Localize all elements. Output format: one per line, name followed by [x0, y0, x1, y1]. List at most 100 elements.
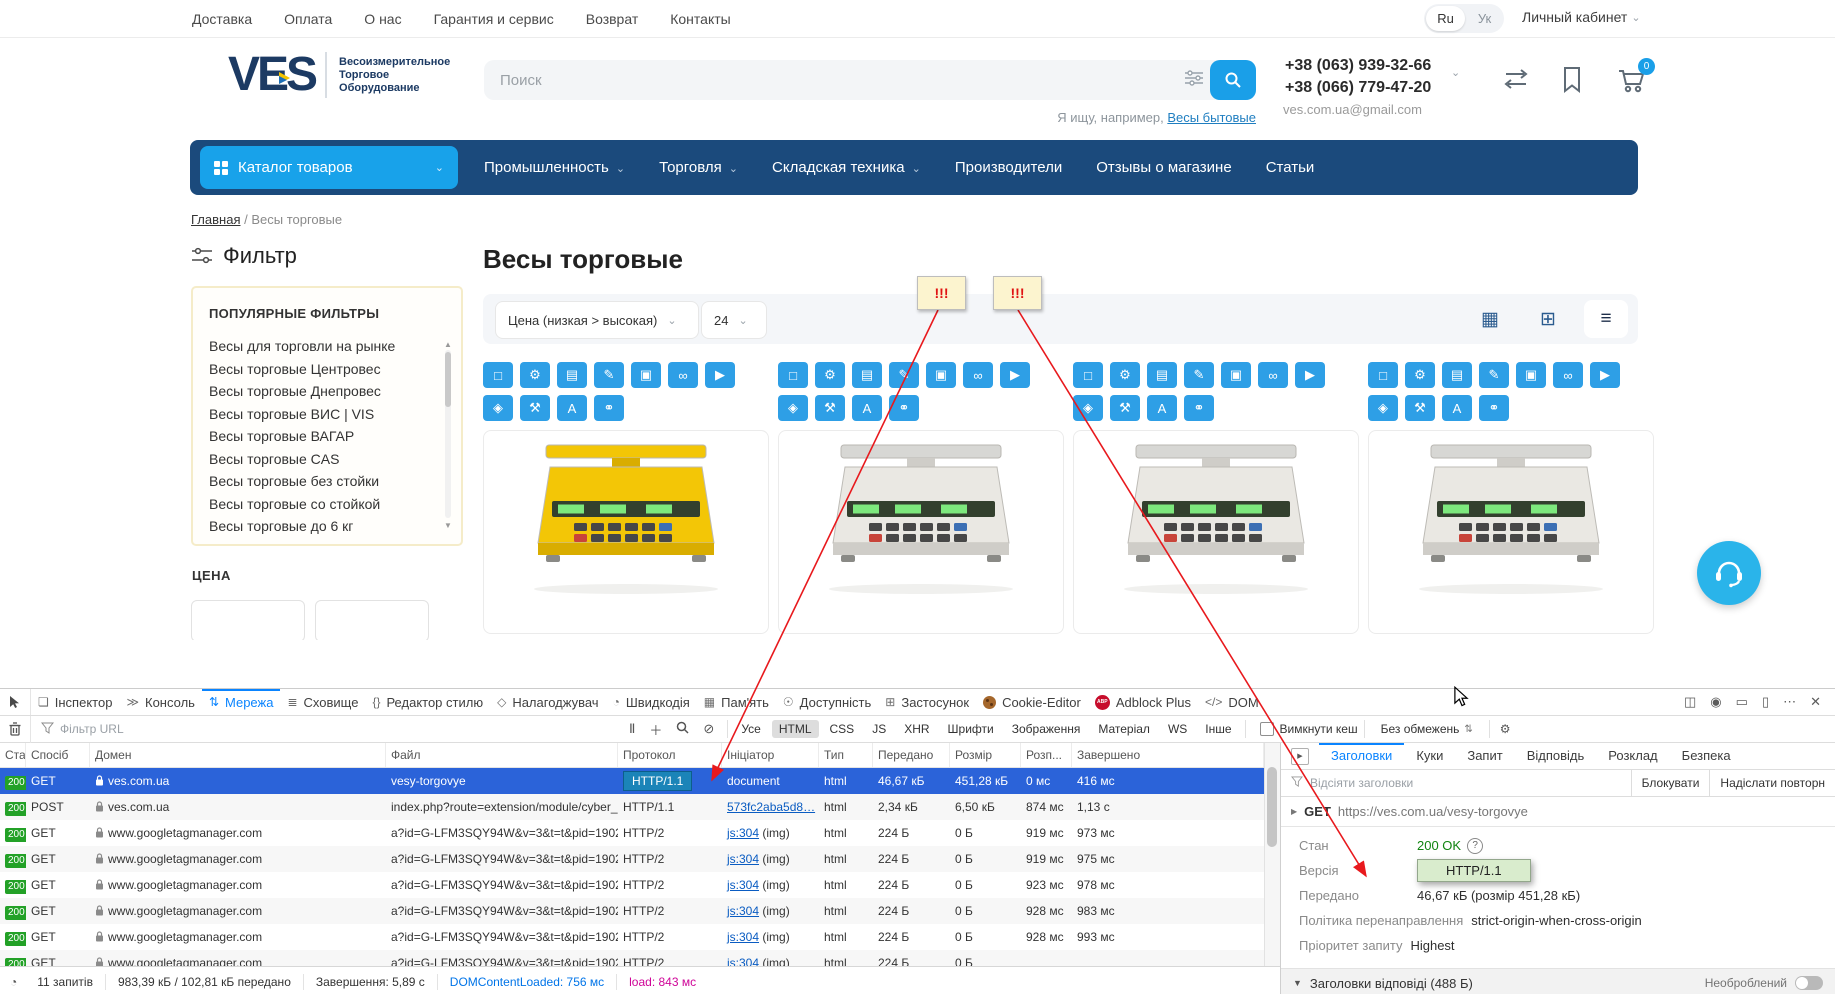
- element-picker-icon[interactable]: [0, 689, 31, 715]
- top-link[interactable]: О нас: [364, 11, 401, 27]
- clear-requests-icon[interactable]: [0, 716, 31, 743]
- tiles-view-icon[interactable]: ⊞: [1526, 300, 1570, 338]
- initiator-link[interactable]: 573fc2aba5d8…: [727, 800, 815, 814]
- admin-edit-icon[interactable]: ✎: [594, 362, 624, 388]
- type-filter-усе[interactable]: Усе: [734, 720, 768, 738]
- response-headers-section[interactable]: ▼ Заголовки відповіді (488 Б) Необроблен…: [1281, 968, 1835, 994]
- phone-1[interactable]: +38 (063) 939-32-66: [1285, 55, 1431, 77]
- responsive-mode-icon[interactable]: ▯: [1762, 694, 1769, 710]
- raw-headers-toggle[interactable]: [1795, 976, 1823, 990]
- chat-widget-button[interactable]: [1697, 541, 1761, 605]
- network-row[interactable]: 200POSTves.com.uaindex.php?route=extensi…: [0, 794, 1264, 820]
- price-max-input[interactable]: [315, 600, 429, 642]
- screenshot-icon[interactable]: ◉: [1710, 694, 1721, 710]
- column-header[interactable]: Завершено: [1072, 743, 1264, 767]
- admin-wrench-icon[interactable]: ⚒: [1405, 395, 1435, 421]
- phone-2[interactable]: +38 (066) 779-47-20: [1285, 77, 1431, 99]
- devtools-tab-доступність[interactable]: ☉Доступність: [776, 689, 878, 715]
- search-button[interactable]: [1210, 60, 1256, 100]
- initiator-link[interactable]: js:304: [727, 852, 759, 866]
- details-tab-відповідь[interactable]: Відповідь: [1515, 743, 1597, 769]
- column-header[interactable]: Домен: [90, 743, 386, 767]
- devtools-tab-мережа[interactable]: ⇅Мережа: [202, 689, 281, 715]
- admin-select-checkbox-icon[interactable]: □: [1073, 362, 1103, 388]
- admin-wrench-icon[interactable]: ⚒: [1110, 395, 1140, 421]
- network-row[interactable]: 200GETves.com.uavesy-torgovyeHTTP/1.1doc…: [0, 768, 1264, 794]
- admin-link-icon[interactable]: ∞: [668, 362, 698, 388]
- filter-list-item[interactable]: Весы торговые ВАГАР: [209, 425, 447, 448]
- admin-form-icon[interactable]: ▤: [557, 362, 587, 388]
- type-filter-xhr[interactable]: XHR: [897, 720, 936, 738]
- new-request-icon[interactable]: ＋: [649, 720, 662, 739]
- details-tab-розклад[interactable]: Розклад: [1596, 743, 1669, 769]
- list-view-icon[interactable]: ≡: [1584, 300, 1628, 338]
- headers-filter-input[interactable]: [1308, 775, 1542, 791]
- help-icon[interactable]: ?: [1467, 838, 1483, 854]
- type-filter-шрифти[interactable]: Шрифти: [941, 720, 1001, 738]
- collapse-triangle-icon[interactable]: ▼: [1293, 978, 1302, 988]
- contact-email[interactable]: ves.com.ua@gmail.com: [1283, 102, 1422, 117]
- details-tab-запит[interactable]: Запит: [1455, 743, 1514, 769]
- admin-tag-icon[interactable]: ◈: [1073, 395, 1103, 421]
- devtools-tab-інспектор[interactable]: ❏Інспектор: [31, 689, 119, 715]
- admin-image-icon[interactable]: ▣: [1516, 362, 1546, 388]
- load-time[interactable]: load: 843 мс: [617, 974, 708, 990]
- language-switch[interactable]: Ru Ук: [1424, 4, 1504, 33]
- admin-chain-icon[interactable]: ⚭: [889, 395, 919, 421]
- nav-item[interactable]: Промышленность ⌄: [484, 159, 625, 176]
- column-header[interactable]: Файл: [386, 743, 618, 767]
- admin-image-icon[interactable]: ▣: [1221, 362, 1251, 388]
- filter-list-item[interactable]: Весы торговые Центровес: [209, 358, 447, 381]
- initiator-link[interactable]: js:304: [727, 930, 759, 944]
- network-table-scrollbar[interactable]: [1264, 743, 1280, 967]
- search-filters-icon[interactable]: [1184, 70, 1210, 91]
- lang-ru[interactable]: Ru: [1426, 6, 1465, 31]
- column-header[interactable]: Розмір: [950, 743, 1021, 767]
- type-filter-html[interactable]: HTML: [772, 720, 819, 738]
- admin-tag-icon[interactable]: ◈: [483, 395, 513, 421]
- type-filter-інше[interactable]: Інше: [1198, 720, 1238, 738]
- column-header[interactable]: Передано: [873, 743, 950, 767]
- lang-uk[interactable]: Ук: [1465, 11, 1504, 26]
- type-filter-зображення[interactable]: Зображення: [1005, 720, 1088, 738]
- request-url-row[interactable]: ▶ GET https://ves.com.ua/vesy-torgovye: [1281, 797, 1835, 827]
- network-row[interactable]: 200GETwww.googletagmanager.coma?id=G-LFM…: [0, 898, 1264, 924]
- top-link[interactable]: Гарантия и сервис: [434, 11, 554, 27]
- filter-list-item[interactable]: Весы торговые без стойки: [209, 470, 447, 493]
- admin-tag-icon[interactable]: ◈: [778, 395, 808, 421]
- price-min-input[interactable]: [191, 600, 305, 642]
- disable-cache-label[interactable]: Вимкнути кеш: [1280, 722, 1358, 736]
- admin-gears-icon[interactable]: ⚙: [1405, 362, 1435, 388]
- throttling-select[interactable]: Без обмежень ⇅: [1381, 722, 1473, 736]
- admin-form-icon[interactable]: ▤: [852, 362, 882, 388]
- product-image-area[interactable]: [1368, 430, 1654, 634]
- devtools-tab-adblock-plus[interactable]: ABPAdblock Plus: [1088, 689, 1198, 715]
- phones-chevron-icon[interactable]: ⌄: [1451, 66, 1460, 79]
- block-url-button[interactable]: Блокувати: [1631, 770, 1710, 796]
- admin-select-checkbox-icon[interactable]: □: [483, 362, 513, 388]
- admin-tag-icon[interactable]: ◈: [1368, 395, 1398, 421]
- admin-select-checkbox-icon[interactable]: □: [778, 362, 808, 388]
- admin-edit-icon[interactable]: ✎: [1479, 362, 1509, 388]
- filter-list-item[interactable]: Весы торговые ВИС | VIS: [209, 403, 447, 426]
- top-link[interactable]: Возврат: [586, 11, 639, 27]
- admin-gears-icon[interactable]: ⚙: [815, 362, 845, 388]
- admin-video-icon[interactable]: ▶: [1590, 362, 1620, 388]
- product-image-area[interactable]: [778, 430, 1064, 634]
- admin-font-icon[interactable]: A: [1147, 395, 1177, 421]
- admin-video-icon[interactable]: ▶: [1295, 362, 1325, 388]
- admin-image-icon[interactable]: ▣: [926, 362, 956, 388]
- breadcrumb-home[interactable]: Главная: [191, 212, 240, 227]
- expand-triangle-icon[interactable]: ▶: [1291, 807, 1297, 816]
- admin-select-checkbox-icon[interactable]: □: [1368, 362, 1398, 388]
- devtools-tab-cookie-editor[interactable]: Cookie-Editor: [976, 689, 1088, 715]
- admin-link-icon[interactable]: ∞: [1258, 362, 1288, 388]
- devtools-tab-консоль[interactable]: ≫Консоль: [119, 689, 202, 715]
- admin-wrench-icon[interactable]: ⚒: [520, 395, 550, 421]
- devtools-tab-пам-ять[interactable]: ▦Пам'ять: [697, 689, 776, 715]
- admin-link-icon[interactable]: ∞: [963, 362, 993, 388]
- block-requests-icon[interactable]: ⊘: [703, 721, 714, 737]
- initiator-link[interactable]: js:304: [727, 956, 759, 966]
- admin-gears-icon[interactable]: ⚙: [1110, 362, 1140, 388]
- nav-item[interactable]: Производители: [955, 159, 1062, 176]
